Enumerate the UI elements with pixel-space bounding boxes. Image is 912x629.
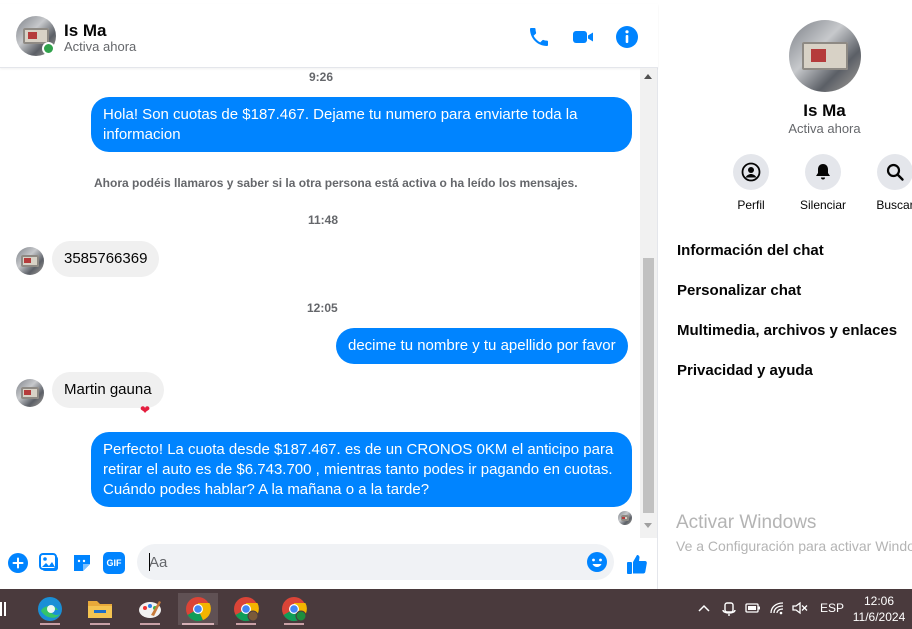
scroll-thumb[interactable] bbox=[643, 258, 654, 513]
seen-indicator-avatar bbox=[618, 511, 632, 525]
chrome-profile-2-icon bbox=[282, 597, 307, 622]
menu-customize-chat[interactable]: Personalizar chat bbox=[677, 282, 801, 299]
plus-circle-icon[interactable] bbox=[7, 552, 29, 574]
chrome-profile-icon bbox=[234, 597, 259, 622]
clock[interactable]: 12:06 11/6/2024 bbox=[848, 593, 910, 625]
composer: GIF bbox=[0, 538, 658, 589]
clock-time: 12:06 bbox=[863, 594, 895, 608]
timestamp: 9:26 bbox=[309, 70, 334, 84]
paint-icon bbox=[139, 601, 161, 618]
thumbs-up-icon[interactable] bbox=[626, 552, 648, 576]
timestamp: 11:48 bbox=[308, 213, 339, 227]
action-mute[interactable]: Silenciar bbox=[783, 154, 863, 212]
system-message: Ahora podéis llamaros y saber si la otra… bbox=[94, 176, 578, 190]
info-pane: Is Ma Activa ahora Perfil Silenciar Busc… bbox=[659, 4, 912, 589]
online-status-dot bbox=[42, 42, 55, 55]
volume-muted-icon[interactable] bbox=[792, 601, 808, 615]
action-label: Silenciar bbox=[799, 198, 847, 212]
app-indicator bbox=[284, 623, 304, 625]
video-camera-icon[interactable] bbox=[571, 25, 595, 49]
taskbar-chrome[interactable] bbox=[178, 593, 218, 625]
message-input[interactable] bbox=[149, 544, 579, 580]
taskbar-chrome-profile[interactable] bbox=[226, 593, 266, 625]
sender-avatar[interactable] bbox=[16, 379, 44, 407]
outgoing-message[interactable]: decime tu nombre y tu apellido por favor bbox=[336, 328, 628, 364]
app-indicator bbox=[236, 623, 256, 625]
menu-chat-info[interactable]: Información del chat bbox=[677, 242, 824, 259]
action-circle[interactable] bbox=[733, 154, 769, 190]
bell-icon bbox=[816, 164, 830, 180]
outgoing-message[interactable]: Perfecto! La cuota desde $187.467. es de… bbox=[91, 432, 632, 507]
sticker-icon[interactable] bbox=[71, 552, 93, 574]
photo-icon[interactable] bbox=[39, 552, 61, 574]
file-explorer-icon bbox=[88, 601, 112, 618]
outgoing-message[interactable]: Hola! Son cuotas de $187.467. Dejame tu … bbox=[91, 97, 632, 152]
message-input-container[interactable] bbox=[137, 544, 614, 580]
timestamp: 12:05 bbox=[307, 301, 338, 315]
clock-date: 11/6/2024 bbox=[852, 610, 906, 624]
activation-watermark-title: Activar Windows bbox=[676, 512, 817, 533]
profile-avatar[interactable] bbox=[789, 20, 861, 92]
chat-header: Is Ma Activa ahora bbox=[0, 4, 658, 68]
menu-privacy-help[interactable]: Privacidad y ayuda bbox=[677, 362, 813, 379]
contact-name[interactable]: Is Ma bbox=[64, 21, 107, 41]
message-list: 9:26 Hola! Son cuotas de $187.467. Dejam… bbox=[0, 68, 640, 538]
action-label: Perfil bbox=[737, 198, 765, 212]
action-circle[interactable] bbox=[877, 154, 912, 190]
contact-status: Activa ahora bbox=[64, 39, 137, 54]
search-icon bbox=[886, 163, 904, 181]
taskbar-edge[interactable] bbox=[30, 593, 70, 625]
activation-watermark-subtitle: Ve a Configuración para activar Windows. bbox=[676, 538, 912, 554]
taskview-icon[interactable] bbox=[0, 602, 6, 616]
app-indicator bbox=[90, 623, 110, 625]
action-profile[interactable]: Perfil bbox=[711, 154, 791, 212]
gif-icon[interactable]: GIF bbox=[103, 552, 125, 574]
action-label: Buscar bbox=[876, 198, 912, 212]
edge-icon bbox=[38, 597, 62, 621]
profile-icon bbox=[741, 162, 761, 182]
menu-media-files-links[interactable]: Multimedia, archivos y enlaces bbox=[677, 322, 897, 339]
action-circle[interactable] bbox=[805, 154, 841, 190]
action-search[interactable]: Buscar bbox=[855, 154, 912, 212]
profile-status: Activa ahora bbox=[788, 121, 861, 136]
wifi-icon[interactable] bbox=[769, 601, 785, 615]
app-indicator bbox=[182, 623, 214, 625]
screen: Is Ma Activa ahora 9:26 Hola! Son cuotas… bbox=[0, 0, 912, 629]
scrollbar[interactable] bbox=[640, 68, 657, 538]
profile-name: Is Ma bbox=[803, 101, 846, 120]
meet-now-icon[interactable] bbox=[722, 601, 736, 617]
chevron-up-icon[interactable] bbox=[698, 603, 710, 613]
language-indicator[interactable]: ESP bbox=[820, 601, 844, 615]
scroll-down-arrow-icon[interactable] bbox=[644, 523, 652, 528]
app-indicator bbox=[140, 623, 160, 625]
taskbar: ESP 12:06 11/6/2024 bbox=[0, 589, 912, 629]
taskbar-paint[interactable] bbox=[130, 593, 170, 625]
phone-icon[interactable] bbox=[527, 25, 551, 49]
app-indicator bbox=[40, 623, 60, 625]
chat-pane: Is Ma Activa ahora 9:26 Hola! Son cuotas… bbox=[0, 4, 658, 589]
chrome-icon bbox=[186, 597, 211, 622]
text-caret bbox=[149, 553, 150, 571]
scroll-up-arrow-icon[interactable] bbox=[644, 74, 652, 79]
taskbar-file-explorer[interactable] bbox=[80, 593, 120, 625]
sender-avatar[interactable] bbox=[16, 247, 44, 275]
battery-icon[interactable] bbox=[745, 602, 761, 614]
info-icon[interactable] bbox=[615, 25, 639, 49]
incoming-message[interactable]: 3585766369 bbox=[52, 241, 160, 277]
emoji-icon[interactable] bbox=[586, 551, 608, 573]
taskbar-chrome-profile-2[interactable] bbox=[274, 593, 314, 625]
heart-reaction-icon[interactable]: ❤ bbox=[140, 403, 150, 417]
